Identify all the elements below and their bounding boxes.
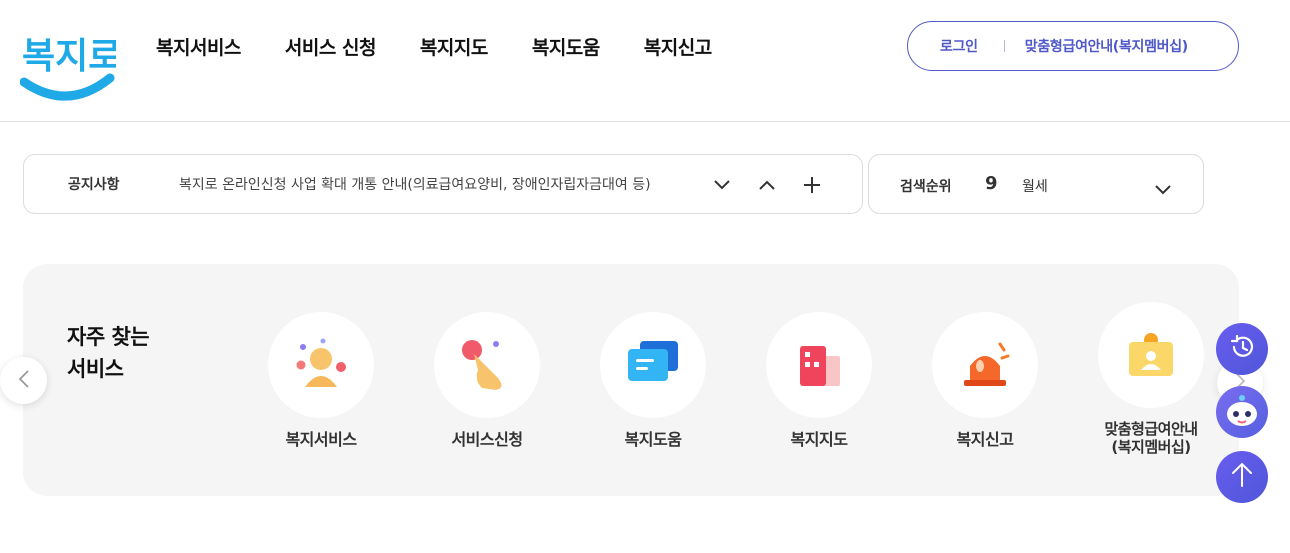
siren-icon [932,312,1038,418]
scroll-top-button[interactable] [1216,451,1268,503]
quick-title-line1: 자주 찾는 [67,325,150,349]
notice-text[interactable]: 복지로 온라인신청 사업 확대 개통 안내(의료급여요양비, 장애인자립자금대여… [179,174,679,194]
search-rank-keyword[interactable]: 월세 [1022,176,1048,196]
search-rank-bar[interactable]: 검색순위 9 월세 [868,154,1204,214]
main-nav: 복지서비스 서비스 신청 복지지도 복지도움 복지신고 [156,33,712,60]
quick-services-title: 자주 찾는 서비스 [67,321,150,385]
notice-title: 공지사항 [68,177,120,193]
hand-tap-icon [434,312,540,418]
chat-icon [600,312,706,418]
chevron-left-icon [18,369,29,392]
quick-item-welfare-report[interactable]: 복지신고 [931,312,1039,449]
quick-item-membership[interactable]: 맞춤형급여안내 (복지멤버십) [1097,302,1205,456]
plus-icon[interactable] [800,173,824,197]
nav-welfare-help[interactable]: 복지도움 [532,33,600,60]
nav-welfare-report[interactable]: 복지신고 [644,33,712,60]
id-card-icon [1098,302,1204,408]
nav-welfare-map[interactable]: 복지지도 [420,33,488,60]
robot-icon [1222,390,1262,434]
nav-service-apply[interactable]: 서비스 신청 [285,33,377,60]
quick-item-label: 맞춤형급여안내 (복지멤버십) [1097,420,1205,456]
notice-bar: 공지사항 복지로 온라인신청 사업 확대 개통 안내(의료급여요양비, 장애인자… [23,154,863,214]
quick-title-line2: 서비스 [67,357,124,381]
quick-item-label: 복지서비스 [285,430,357,449]
building-icon [766,312,872,418]
chatbot-button[interactable] [1216,386,1268,438]
quick-item-label-line2: (복지멤버십) [1111,438,1191,456]
nav-welfare-service[interactable]: 복지서비스 [156,33,241,60]
quick-item-label: 복지도움 [624,430,682,449]
chevron-up-icon[interactable] [755,173,779,197]
quick-item-welfare-help[interactable]: 복지도움 [599,312,707,449]
arrow-up-icon [1231,462,1253,492]
site-header: 복지로 복지서비스 서비스 신청 복지지도 복지도움 복지신고 로그인 맞춤형급… [0,0,1290,122]
membership-link[interactable]: 맞춤형급여안내(복지멤버십) [1025,36,1188,56]
quick-item-label-line1: 맞춤형급여안내 [1104,420,1198,438]
people-icon [268,312,374,418]
logo-text: 복지로 [22,36,116,77]
chevron-down-icon[interactable] [710,173,734,197]
util-divider [1003,40,1005,52]
quick-item-label: 서비스신청 [451,430,523,449]
chevron-down-icon[interactable] [1155,180,1171,199]
quick-item-label: 복지지도 [790,430,848,449]
search-rank-title: 검색순위 [900,179,952,195]
quick-item-service-apply[interactable]: 서비스신청 [433,312,541,449]
quick-item-welfare-map[interactable]: 복지지도 [765,312,873,449]
recent-history-button[interactable] [1216,323,1268,375]
quick-services-panel: 자주 찾는 서비스 복지서비스 서비스신청 복지도움 복지지도 복지신고 맞춤형… [23,264,1239,496]
util-menu: 로그인 맞춤형급여안내(복지멤버십) [907,21,1239,71]
quick-item-welfare-service[interactable]: 복지서비스 [267,312,375,449]
search-rank-number: 9 [985,173,998,194]
quick-item-label: 복지신고 [956,430,1014,449]
history-icon [1228,333,1256,365]
site-logo[interactable]: 복지로 [19,16,121,106]
login-link[interactable]: 로그인 [940,36,978,56]
carousel-prev-button[interactable] [0,357,47,404]
